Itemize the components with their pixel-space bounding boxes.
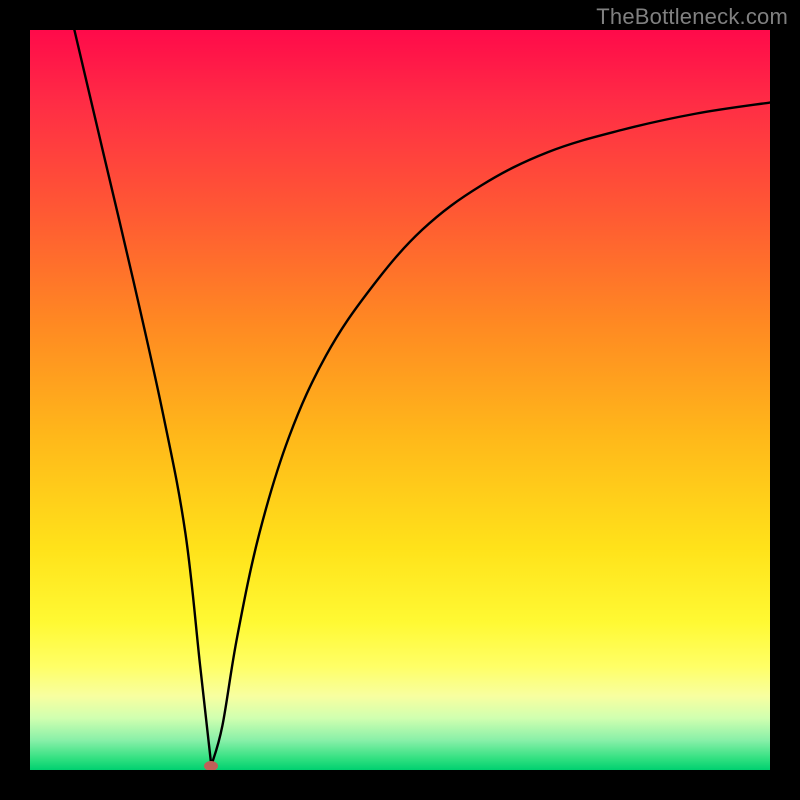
minimum-marker	[204, 761, 218, 770]
plot-area	[30, 30, 770, 770]
chart-frame: TheBottleneck.com	[0, 0, 800, 800]
watermark-text: TheBottleneck.com	[596, 4, 788, 30]
bottleneck-curve	[30, 30, 770, 770]
